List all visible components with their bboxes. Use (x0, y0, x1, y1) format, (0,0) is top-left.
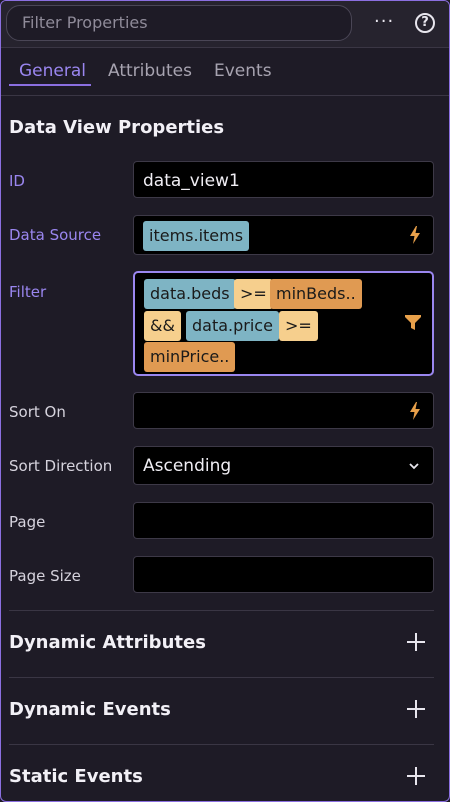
tab-general[interactable]: General (19, 61, 86, 81)
dynamic-attributes-header[interactable]: Dynamic Attributes (9, 632, 206, 653)
active-tab-indicator (9, 84, 91, 86)
page-size-field[interactable] (133, 556, 434, 593)
id-label: ID (9, 172, 25, 190)
chevron-down-icon (409, 463, 419, 470)
filter-token: data.beds (144, 279, 236, 309)
divider (9, 744, 434, 745)
filter-label: Filter (9, 283, 47, 301)
sort-on-label: Sort On (9, 403, 66, 421)
search-box[interactable] (6, 5, 352, 41)
data-source-chip: items.items (143, 221, 250, 251)
add-dynamic-event-icon[interactable] (407, 700, 425, 718)
properties-panel: ··· ? General Attributes Events Data Vie… (0, 0, 450, 802)
page-size-label: Page Size (9, 567, 81, 585)
filter-token: data.price (186, 311, 279, 341)
sort-direction-value: Ascending (143, 456, 232, 476)
filter-token: >= (279, 311, 318, 341)
more-options-icon[interactable]: ··· (374, 9, 394, 37)
bolt-icon[interactable] (409, 226, 421, 244)
tab-attributes[interactable]: Attributes (108, 61, 192, 81)
dynamic-events-header[interactable]: Dynamic Events (9, 699, 171, 720)
tab-events[interactable]: Events (214, 61, 272, 81)
divider (9, 610, 434, 611)
filter-token: minPrice.. (144, 342, 236, 372)
help-icon[interactable]: ? (415, 13, 435, 33)
id-field[interactable]: data_view1 (133, 161, 434, 198)
sort-direction-select[interactable]: Ascending (133, 446, 434, 485)
sort-on-field[interactable] (133, 392, 434, 429)
sort-direction-label: Sort Direction (9, 457, 113, 475)
page-label: Page (9, 513, 46, 531)
filter-token: minBeds.. (270, 279, 362, 309)
filter-token: && (144, 311, 181, 341)
page-field[interactable] (133, 502, 434, 539)
section-title: Data View Properties (9, 117, 225, 138)
filter-field[interactable]: data.beds >= minBeds.. && data.price >= … (133, 271, 434, 376)
add-static-event-icon[interactable] (407, 767, 425, 785)
divider (9, 677, 434, 678)
search-input[interactable] (22, 13, 342, 32)
filter-icon[interactable] (405, 315, 421, 331)
top-bar: ··· ? (1, 1, 449, 48)
static-events-header[interactable]: Static Events (9, 766, 143, 787)
tab-bar: General Attributes Events (1, 53, 449, 96)
bolt-icon[interactable] (409, 402, 421, 420)
data-source-label: Data Source (9, 226, 102, 244)
data-source-field[interactable]: items.items (133, 215, 434, 255)
filter-token: >= (234, 279, 273, 309)
add-dynamic-attribute-icon[interactable] (407, 633, 425, 651)
id-value: data_view1 (143, 171, 240, 191)
